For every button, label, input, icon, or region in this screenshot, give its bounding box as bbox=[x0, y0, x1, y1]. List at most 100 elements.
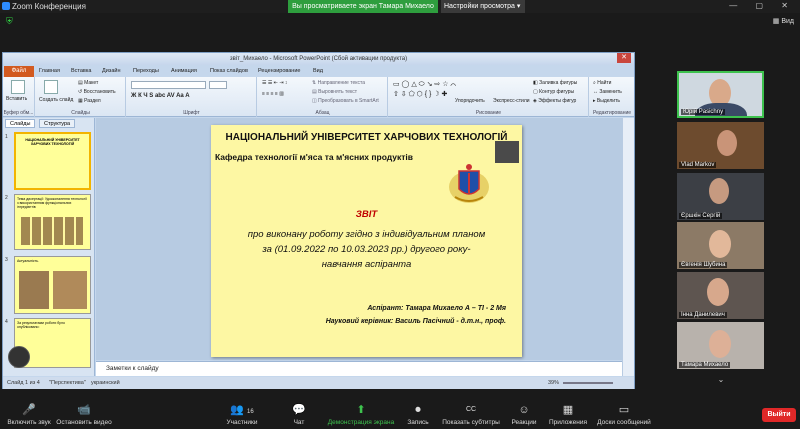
share-screen-button[interactable]: ⬆ Демонстрация экрана bbox=[326, 404, 396, 426]
file-tab[interactable]: Файл bbox=[4, 66, 34, 77]
reactions-button[interactable]: ☺ Реакции bbox=[508, 404, 540, 426]
participant-video bbox=[709, 178, 729, 204]
smartart-button[interactable]: ◫ Преобразовать в SmartArt bbox=[312, 98, 379, 104]
chevron-down-icon[interactable]: ⌄ bbox=[712, 375, 730, 385]
status-slide: Слайд 1 из 4 bbox=[7, 380, 40, 386]
find-button[interactable]: ⌕ Найти bbox=[593, 80, 611, 86]
new-slide-icon[interactable] bbox=[44, 80, 58, 94]
view-options-button[interactable]: Настройки просмотра ▾ bbox=[441, 0, 525, 13]
participant-tile[interactable]: Євгенія Шубина bbox=[677, 222, 764, 269]
participants-button[interactable]: 👥 16 Участники bbox=[222, 404, 262, 426]
participants-icon: 👥 16 bbox=[222, 404, 262, 416]
participant-tile[interactable]: Vlad Markov bbox=[677, 122, 764, 169]
participant-video bbox=[709, 230, 731, 258]
participant-tile[interactable]: Тамара Михаело bbox=[677, 322, 764, 369]
chat-button[interactable]: 💬 Чат bbox=[286, 404, 312, 426]
thumb-image bbox=[19, 271, 49, 309]
shapes-gallery-row2[interactable]: ⇧ ⇩ ⬠ ⬡ { } ☽ ✚ bbox=[393, 90, 447, 98]
font-group: Ж К Ч S abc AV Aa A Шрифт bbox=[127, 77, 257, 117]
tab-view[interactable]: Вид bbox=[313, 66, 323, 77]
ppt-window-controls[interactable]: ✕ bbox=[601, 53, 631, 64]
shape-effects-label: Эффекты фигур bbox=[538, 98, 577, 104]
report-line-3: навчання аспіранта bbox=[321, 259, 412, 270]
status-language: украинский bbox=[91, 380, 120, 386]
tab-insert[interactable]: Вставка bbox=[71, 66, 91, 77]
text-direction-button[interactable]: ⇅ Направление текста bbox=[312, 80, 365, 86]
smartart-label: Преобразовать в SmartArt bbox=[318, 98, 379, 104]
slide-thumbnail-2[interactable]: Тема дисертації: Удосконалення технологі… bbox=[14, 194, 91, 250]
align-text-button[interactable]: ▤ Выровнять текст bbox=[312, 89, 357, 95]
video-label: Остановить видео bbox=[56, 419, 112, 426]
shape-outline-button[interactable]: ▢ Контур фигуры bbox=[533, 89, 574, 95]
font-size-select[interactable] bbox=[209, 81, 227, 89]
paragraph-group: ☰ ☰ ⇤ ⇥ ↕ ≡ ≡ ≡ ≡ ▥ ⇅ Направление текста… bbox=[258, 77, 388, 117]
tab-review[interactable]: Рецензирование bbox=[258, 66, 300, 77]
zoom-slider[interactable] bbox=[563, 382, 613, 384]
share-label: Демонстрация экрана bbox=[327, 419, 395, 426]
paragraph-group-label: Абзац bbox=[315, 110, 330, 116]
slide[interactable]: НАЦІОНАЛЬНИЙ УНІВЕРСИТЕТ ХАРЧОВИХ ТЕХНОЛ… bbox=[211, 125, 522, 357]
select-button[interactable]: ▸ Выделить bbox=[593, 98, 620, 104]
captions-button[interactable]: CC Показать субтитры bbox=[440, 404, 502, 426]
report-line-1: про виконану роботу згідно з індивідуаль… bbox=[247, 229, 486, 240]
ppt-status-bar: Слайд 1 из 4 "Перспектива" украинский 39… bbox=[3, 377, 634, 389]
clipboard-label: Буфер обм... bbox=[3, 110, 34, 116]
zoom-level: 39% bbox=[548, 380, 560, 386]
whiteboard-button[interactable]: ▭ Доски сообщений bbox=[594, 404, 654, 426]
editing-group: ⌕ Найти ↔ Заменить ▸ Выделить Редактиров… bbox=[590, 77, 634, 117]
slide-editor: НАЦІОНАЛЬНИЙ УНІВЕРСИТЕТ ХАРЧОВИХ ТЕХНОЛ… bbox=[96, 118, 622, 360]
shape-fill-button[interactable]: ◧ Заливка фигуры bbox=[533, 80, 577, 86]
tab-slides[interactable]: Слайды bbox=[5, 119, 36, 128]
reset-button[interactable]: ↺ Восстановить bbox=[78, 89, 116, 95]
shield-icon[interactable]: ⛨ bbox=[6, 16, 13, 27]
slide-thumbnail-1[interactable]: НАЦІОНАЛЬНИЙ УНІВЕРСИТЕТ ХАРЧОВИХ ТЕХНОЛ… bbox=[14, 132, 91, 190]
shape-effects-button[interactable]: ◈ Эффекты фигур bbox=[533, 98, 576, 104]
university-title: НАЦІОНАЛЬНИЙ УНІВЕРСИТЕТ ХАРЧОВИХ ТЕХНОЛ… bbox=[225, 132, 508, 143]
participants-glyph: 👥 bbox=[230, 404, 244, 416]
shapes-gallery[interactable]: ▭ ◯ △ ⬭ ↘ ⇨ ☆ ⌒ bbox=[393, 80, 456, 89]
window-title: Zoom Конференция bbox=[12, 2, 86, 11]
tab-transitions[interactable]: Переходы bbox=[133, 66, 159, 77]
participant-tile[interactable]: Інна Данилевич bbox=[677, 272, 764, 319]
tab-design[interactable]: Дизайн bbox=[102, 66, 121, 77]
reset-label: Восстановить bbox=[83, 89, 116, 95]
record-button[interactable]: ⏺ Запись bbox=[404, 404, 432, 426]
thumb-number: 1 bbox=[5, 134, 8, 140]
window-controls[interactable]: — ▢ ✕ bbox=[729, 1, 796, 10]
leave-button[interactable]: Выйти bbox=[762, 408, 796, 422]
select-label: Выделить bbox=[596, 98, 620, 104]
view-button[interactable]: ▦ Вид bbox=[773, 17, 794, 25]
vertical-scrollbar[interactable] bbox=[622, 118, 634, 376]
tab-slideshow[interactable]: Показ слайдов bbox=[210, 66, 248, 77]
ppt-close-icon[interactable]: ✕ bbox=[617, 53, 631, 63]
tab-home[interactable]: Главная bbox=[39, 66, 60, 77]
video-button[interactable]: 📹 Остановить видео bbox=[56, 404, 112, 426]
align-buttons[interactable]: ≡ ≡ ≡ ≡ ▥ bbox=[262, 91, 284, 97]
list-buttons[interactable]: ☰ ☰ ⇤ ⇥ ↕ bbox=[262, 80, 287, 86]
quick-styles-button[interactable]: Экспресс-стили bbox=[493, 98, 530, 104]
section-button[interactable]: ▦ Раздел bbox=[78, 98, 101, 104]
mute-button[interactable]: 🎤 Включить звук bbox=[4, 404, 54, 426]
tab-animations[interactable]: Анимация bbox=[171, 66, 197, 77]
font-group-label: Шрифт bbox=[183, 110, 200, 116]
find-label: Найти bbox=[597, 80, 612, 86]
slide-thumbnail-3[interactable]: Актуальність. bbox=[14, 256, 91, 314]
participant-tile[interactable]: Єршкін Сергій bbox=[677, 173, 764, 220]
font-name-select[interactable] bbox=[131, 81, 206, 89]
annotate-pen-icon[interactable] bbox=[8, 346, 30, 368]
arrange-button[interactable]: Упорядочить bbox=[455, 98, 485, 104]
zoom-logo-icon bbox=[2, 2, 10, 10]
report-line-2: за (01.09.2022 по 10.03.2023 рр.) другог… bbox=[262, 244, 471, 255]
captions-label: Показать субтитры bbox=[442, 419, 500, 426]
font-format-buttons[interactable]: Ж К Ч S abc AV Aa A bbox=[131, 93, 190, 99]
tab-outline[interactable]: Структура bbox=[39, 119, 76, 128]
layout-button[interactable]: ▤ Макет bbox=[78, 80, 98, 86]
replace-button[interactable]: ↔ Заменить bbox=[593, 89, 622, 95]
apps-button[interactable]: ▦ Приложения bbox=[546, 404, 590, 426]
participant-name: Vlad Markov bbox=[679, 162, 717, 168]
thumb-number: 3 bbox=[5, 257, 8, 263]
paste-icon[interactable] bbox=[11, 80, 25, 94]
participant-tile[interactable]: Юрій Pasichny bbox=[677, 71, 764, 118]
reactions-icon: ☺ bbox=[518, 404, 530, 416]
notes-pane[interactable]: Заметки к слайду bbox=[96, 361, 622, 376]
